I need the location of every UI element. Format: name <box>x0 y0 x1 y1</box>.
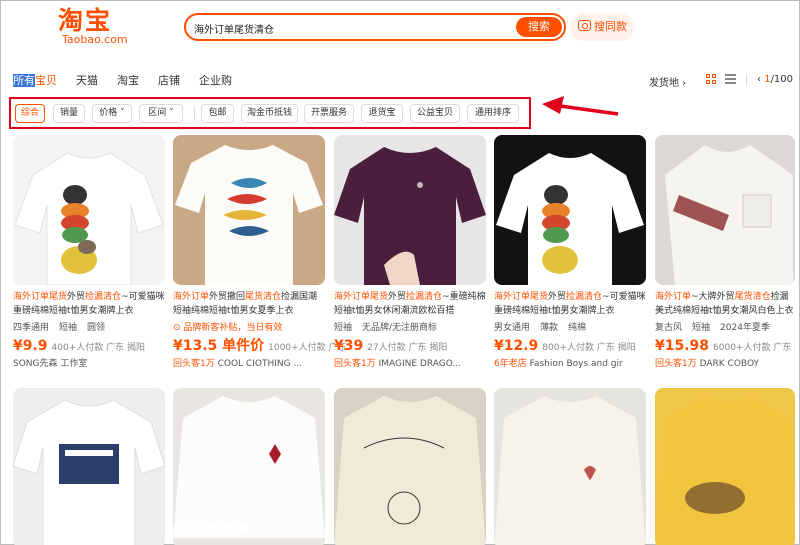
product-title[interactable]: 海外订单尾货外贸捡漏清仓~重磅纯棉短袖t恤男女休闲潮流欧松百搭 <box>334 290 486 318</box>
filter-invoice[interactable]: 开票服务 <box>304 104 354 123</box>
filter-price-label: 价格 <box>99 108 118 118</box>
filter-comprehensive[interactable]: 综合 <box>15 104 45 123</box>
tab-tmall[interactable]: 天猫 <box>76 73 98 89</box>
product-image[interactable] <box>494 135 646 285</box>
grid-view-icon[interactable] <box>706 74 717 85</box>
shop-name[interactable]: SONG先森 工作室 <box>13 357 165 371</box>
product-title[interactable]: 海外订单~大牌外贸尾货清仓捡漏美式纯棉短袖t恤男女潮风白色上衣 <box>655 290 795 318</box>
filter-range-label: 区间 <box>148 108 167 118</box>
shop-name[interactable]: 回头客1万 COOL CIOTHING ... <box>173 357 325 371</box>
tab-enterprise[interactable]: 企业购 <box>199 73 232 89</box>
product-image[interactable] <box>173 135 325 285</box>
pager[interactable]: ‹ 1/100 <box>757 74 793 85</box>
page-total: /100 <box>770 74 794 85</box>
product-tags: 复古风 短袖 2024年夏季 <box>655 323 770 333</box>
search-button[interactable]: 搜索 <box>516 17 562 37</box>
product-image[interactable] <box>494 388 646 545</box>
chevron-down-icon: ˅ <box>166 108 174 118</box>
tab-shops[interactable]: 店铺 <box>158 73 180 89</box>
tab-all-suffix: 宝贝 <box>35 74 57 87</box>
filter-price[interactable]: 价格 ˅ <box>92 104 132 123</box>
tab-taobao[interactable]: 淘宝 <box>117 73 139 89</box>
filter-general-sort[interactable]: 通用排序 <box>467 104 519 123</box>
promo-text: ⊙ 品牌新客补贴，当日有效 <box>173 323 283 333</box>
product-price: ¥39 27人付款 广东 揭阳 <box>334 338 448 354</box>
product-title[interactable]: 海外订单尾货外贸捡漏清仓~可爱猫咪重磅纯棉短袖t恤男女潮牌上衣 <box>13 290 165 318</box>
ship-from-label: 发货地 <box>649 78 679 89</box>
search-bar: 搜索 <box>184 13 566 41</box>
product-price: ¥9.9 400+人付款 广东 揭阳 <box>13 338 146 354</box>
annotation-arrow-icon <box>542 96 619 116</box>
divider <box>194 107 195 121</box>
product-title[interactable]: 海外订单外贸撤回尾货清仓捡漏国潮短袖纯棉短袖t恤男女夏季上衣 <box>173 290 325 318</box>
filter-coins[interactable]: 淘金币抵钱 <box>241 104 298 123</box>
shop-name[interactable]: 回头客1万 IMAGINE DRAGO... <box>334 357 486 371</box>
product-image[interactable] <box>334 135 486 285</box>
logo-domain: Taobao.com <box>62 33 128 46</box>
shop-name[interactable]: 回头客1万 DARK COBOY <box>655 357 795 371</box>
product-tags: 四季通用 短袖 圆领 <box>13 323 106 333</box>
taobao-logo[interactable]: 淘宝 Taobao.com <box>58 8 138 48</box>
product-image[interactable] <box>13 388 165 545</box>
product-image[interactable] <box>334 388 486 545</box>
image-search-label: 搜同款 <box>594 20 627 33</box>
product-tags: 男女通用 薄款 纯棉 <box>494 323 587 333</box>
filter-return-insurance[interactable]: 退货宝 <box>361 104 403 123</box>
filter-range[interactable]: 区间 ˅ <box>139 104 183 123</box>
product-price: ¥13.5 单件价 1000+人付款 广东 <box>173 338 347 354</box>
chevron-down-icon: › <box>682 78 687 89</box>
shop-name[interactable]: 6年老店 Fashion Boys and gir <box>494 357 646 371</box>
filter-sales[interactable]: 销量 <box>53 104 85 123</box>
tab-all-prefix: 所有 <box>13 74 35 87</box>
filter-free-shipping[interactable]: 包邮 <box>201 104 234 123</box>
product-price: ¥12.9 800+人付款 广东 揭阳 <box>494 338 636 354</box>
camera-icon <box>578 20 591 31</box>
chevron-down-icon: ˅ <box>117 108 125 118</box>
image-search-button[interactable]: 搜同款 <box>570 13 634 41</box>
search-input[interactable] <box>194 19 494 37</box>
divider <box>746 74 747 86</box>
logo-text: 淘宝 <box>58 6 113 35</box>
filter-charity[interactable]: 公益宝贝 <box>410 104 460 123</box>
list-view-icon[interactable] <box>725 74 736 85</box>
product-image[interactable] <box>13 135 165 285</box>
product-tags: 短袖 无品牌/无注册商标 <box>334 323 438 333</box>
product-image[interactable] <box>655 135 795 285</box>
category-tabs: 所有宝贝 天猫 淘宝 店铺 企业购 <box>13 73 251 89</box>
image-caption: 100%新疆纯棉 <box>172 522 250 535</box>
product-image[interactable] <box>655 388 795 545</box>
tab-all-items[interactable]: 所有宝贝 <box>13 73 57 89</box>
ship-from-dropdown[interactable]: 发货地 › <box>649 74 686 89</box>
product-price: ¥15.986000+人付款 广东 揭阳 <box>655 338 795 354</box>
product-title[interactable]: 海外订单尾货外贸捡漏清仓~可爱猫咪重磅纯棉短袖t恤男女潮牌上衣 <box>494 290 646 318</box>
